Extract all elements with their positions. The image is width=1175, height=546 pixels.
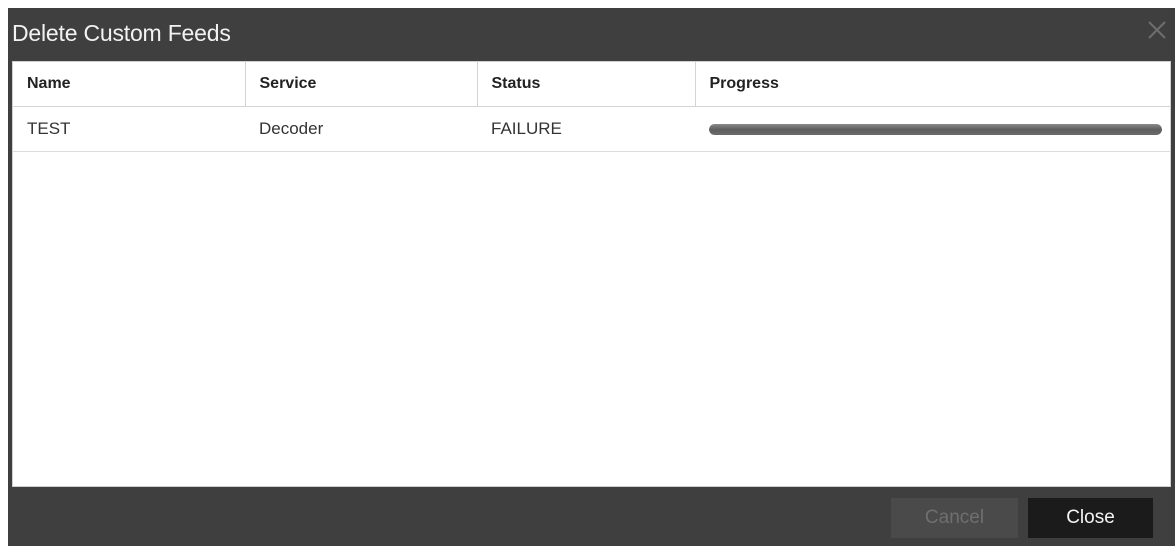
cell-progress bbox=[695, 106, 1170, 152]
close-icon[interactable] bbox=[1145, 18, 1169, 42]
dialog-titlebar: Delete Custom Feeds bbox=[8, 8, 1175, 61]
table-row[interactable]: TEST Decoder FAILURE bbox=[13, 106, 1170, 152]
feeds-table: Name Service Status Progress TEST Decode… bbox=[13, 62, 1170, 152]
column-header-progress[interactable]: Progress bbox=[695, 62, 1170, 107]
column-header-service[interactable]: Service bbox=[245, 62, 478, 107]
cell-status: FAILURE bbox=[477, 106, 695, 152]
column-header-status[interactable]: Status bbox=[477, 62, 696, 107]
progress-bar-fill bbox=[709, 123, 1162, 135]
cancel-button[interactable]: Cancel bbox=[891, 498, 1018, 538]
cell-service: Decoder bbox=[245, 106, 477, 152]
cell-name: TEST bbox=[13, 106, 245, 152]
close-button[interactable]: Close bbox=[1028, 498, 1153, 538]
feeds-grid: Name Service Status Progress TEST Decode… bbox=[12, 61, 1171, 487]
column-header-name[interactable]: Name bbox=[13, 62, 246, 107]
dialog-title: Delete Custom Feeds bbox=[12, 20, 231, 46]
table-header-row: Name Service Status Progress bbox=[13, 62, 1170, 107]
dialog-footer: Cancel Close bbox=[8, 487, 1175, 546]
progress-bar bbox=[709, 123, 1162, 135]
delete-custom-feeds-dialog: Delete Custom Feeds Name Service Status … bbox=[8, 8, 1175, 546]
